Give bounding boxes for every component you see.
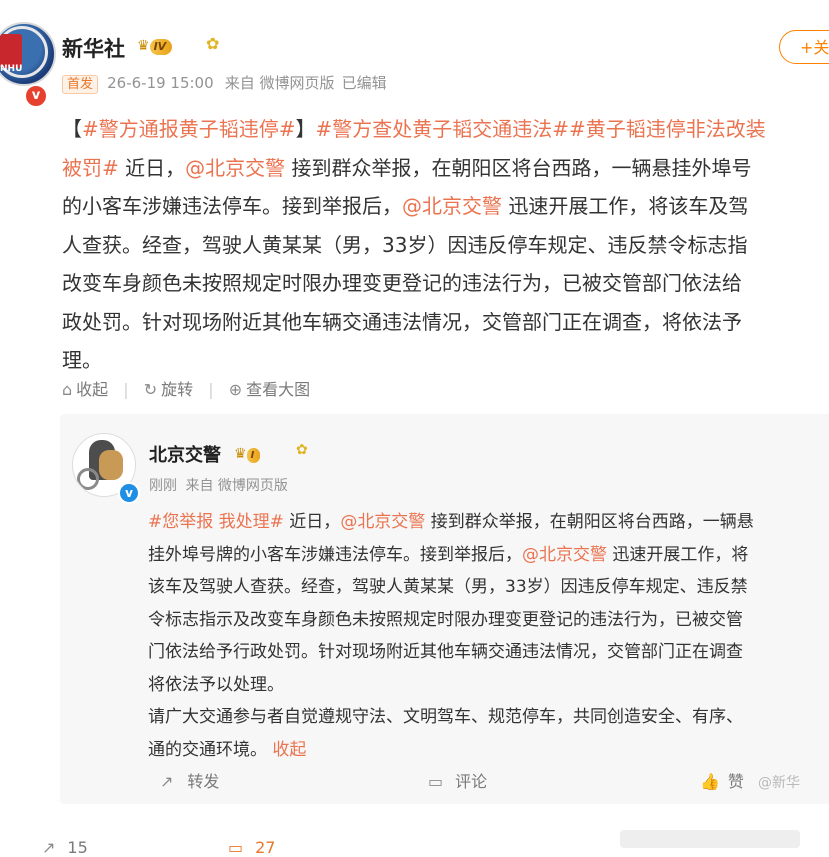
collapse-button[interactable]: ⌂ 收起 <box>62 380 108 399</box>
text-line: 该车及驾驶人查获。经查，驾驶人黄某某（男，33岁）因违反停车规定、违反禁 <box>148 571 829 604</box>
text-segment: 迅速开展工作，将 <box>607 544 749 565</box>
avatar-wheel <box>77 468 99 490</box>
text-segment: 挂外埠号牌的小客车涉嫌违法停车。接到举报后， <box>148 544 522 565</box>
text-line: 通的交通环境。 收起 <box>148 734 829 767</box>
thumbs-up-icon: 👍 <box>700 772 720 791</box>
avatar-text: NHU <box>0 64 23 74</box>
link-text[interactable]: 收起 <box>272 740 306 760</box>
post-time[interactable]: 26-6-19 15:00 <box>107 74 214 92</box>
text-segment: 令标志指示及改变车身颜色未按照规定时限办理变更登记的违法行为，已被交管 <box>148 609 743 630</box>
verified-badge-icon: v <box>24 84 48 108</box>
text-line: 令标志指示及改变车身颜色未按照规定时限办理变更登记的违法行为，已被交管 <box>148 604 829 637</box>
divider: | <box>208 380 214 399</box>
link-text[interactable]: #警方通报黄子韬违停# <box>82 117 296 141</box>
verified-badge-icon: v <box>118 482 140 504</box>
text-line: 将依法予以处理。 <box>148 669 829 702</box>
text-segment: 政处罚。针对现场附近其他车辆交通违法情况，交管部门正在调查，将依法予 <box>62 309 742 334</box>
link-text[interactable]: @北京交警 <box>185 156 285 180</box>
image-toolbar: ⌂ 收起 | ↻ 旋转 | ⊕ 查看大图 <box>62 376 310 400</box>
first-release-tag: 首发 <box>62 75 99 94</box>
text-line: 挂外埠号牌的小客车涉嫌违法停车。接到举报后，@北京交警 迅速开展工作，将 <box>148 539 829 572</box>
text-line: 门依法给予行政处罚。针对现场附近其他车辆交通违法情况，交管部门正在调查 <box>148 636 829 669</box>
author-avatar[interactable]: NHU <box>0 22 56 86</box>
comment-icon: ▭ <box>428 772 444 791</box>
magnify-icon: ⊕ <box>228 380 243 399</box>
level-badge: ♛ IV <box>137 35 173 55</box>
text-line: 理。 <box>62 341 829 380</box>
repost-source: 来自 微博网页版 <box>185 478 288 494</box>
repost-meta: 刚刚 来自 微博网页版 <box>149 475 288 495</box>
sunflower-icon: ✿ <box>206 34 220 53</box>
post-source: 来自 微博网页版 <box>224 74 335 92</box>
author-name[interactable]: 新华社 <box>62 33 125 63</box>
repost-like-button[interactable]: 👍 赞 <box>700 768 744 792</box>
watermark: @新华 <box>758 775 800 791</box>
edited-label: 已编辑 <box>341 74 387 92</box>
blurred-area <box>620 830 800 848</box>
follow-button[interactable]: +关 <box>779 30 829 64</box>
text-segment: 请广大交通参与者自觉遵规守法、文明驾车、规范停车，共同创造安全、有序、 <box>148 707 743 727</box>
link-text[interactable]: @北京交警 <box>402 194 502 218</box>
repost-body: #您举报 我处理# 近日，@北京交警 接到群众举报，在朝阳区将台西路，一辆悬 挂外… <box>148 506 829 766</box>
text-segment: 通的交通环境。 <box>148 739 273 760</box>
text-line: 政处罚。针对现场附近其他车辆交通违法情况，交管部门正在调查，将依法予 <box>62 303 829 342</box>
level-label: I <box>246 448 261 463</box>
text-line: 请广大交通参与者自觉遵规守法、文明驾车、规范停车，共同创造安全、有序、 <box>148 701 829 734</box>
level-label: IV <box>149 39 173 55</box>
avatar-figure <box>99 450 123 480</box>
text-line: 【#警方通报黄子韬违停#】#警方查处黄子韬交通违法##黄子韬违停非法改装 <box>62 110 829 149</box>
text-segment: 近日， <box>118 155 186 180</box>
text-segment: 该车及驾驶人查获。经查，驾驶人黄某某（男，33岁）因违反停车规定、违反禁 <box>148 577 748 597</box>
link-text[interactable]: #您举报 我处理# <box>148 512 284 532</box>
crown-icon: ♛ <box>137 38 150 54</box>
crown-icon: ♛ <box>234 446 247 462</box>
text-line: 被罚# 近日，@北京交警 接到群众举报，在朝阳区将台西路，一辆悬挂外埠号 <box>62 149 829 188</box>
repost-forward-button[interactable]: ↗ 转发 <box>160 768 219 792</box>
level-badge: ♛ I <box>234 443 261 463</box>
view-large-button[interactable]: ⊕ 查看大图 <box>229 380 310 399</box>
text-segment: 门依法给予行政处罚。针对现场附近其他车辆交通违法情况，交管部门正在调查 <box>148 642 743 662</box>
repost-comment-button[interactable]: ▭ 评论 <box>428 768 487 792</box>
link-text[interactable]: 被罚# <box>62 156 119 180</box>
rotate-button[interactable]: ↻ 旋转 <box>144 380 193 399</box>
sunflower-icon: ✿ <box>296 442 308 458</box>
repost-author-name[interactable]: 北京交警 <box>149 441 221 467</box>
text-line: 人查获。经查，驾驶人黄某某（男，33岁）因违反停车规定、违反禁令标志指 <box>62 226 829 265</box>
text-segment: 】 <box>295 117 316 141</box>
post-body: 【#警方通报黄子韬违停#】#警方查处黄子韬交通违法##黄子韬违停非法改装 被罚# … <box>62 110 829 380</box>
link-text[interactable]: @北京交警 <box>522 545 607 565</box>
avatar-seal-emblem <box>0 34 22 68</box>
text-segment: 【 <box>62 117 82 141</box>
link-text[interactable]: #警方查处黄子韬交通违法##黄子韬违停非法改装 <box>316 117 766 141</box>
text-segment: 近日， <box>283 512 341 532</box>
link-text[interactable]: @北京交警 <box>340 512 425 532</box>
divider: | <box>123 380 129 399</box>
text-segment: 接到群众举报，在朝阳区将台西路，一辆悬挂外埠号 <box>285 155 752 180</box>
post-meta: 首发 26-6-19 15:00 来自 微博网页版 已编辑 <box>62 72 387 94</box>
text-segment: 迅速开展工作，将该车及驾 <box>502 194 749 218</box>
forward-icon: ↗ <box>160 772 174 791</box>
rotate-icon: ↻ <box>143 380 158 399</box>
text-line: #您举报 我处理# 近日，@北京交警 接到群众举报，在朝阳区将台西路，一辆悬 <box>148 506 829 539</box>
collapse-icon: ⌂ <box>62 380 73 399</box>
text-segment: 理。 <box>62 348 102 372</box>
text-segment: 接到群众举报，在朝阳区将台西路，一辆悬 <box>425 512 754 532</box>
repost-time[interactable]: 刚刚 <box>149 478 177 494</box>
text-segment: 的小客车涉嫌违法停车。接到举报后， <box>62 194 402 218</box>
text-segment: 将依法予以处理。 <box>148 674 284 695</box>
text-segment: 改变车身颜色未按照规定时限办理变更登记的违法行为，已被交管部门依法给 <box>62 271 742 295</box>
text-line: 改变车身颜色未按照规定时限办理变更登记的违法行为，已被交管部门依法给 <box>62 264 829 303</box>
text-segment: 人查获。经查，驾驶人黄某某（男，33岁）因违反停车规定、违反禁令标志指 <box>62 232 748 257</box>
text-line: 的小客车涉嫌违法停车。接到举报后，@北京交警 迅速开展工作，将该车及驾 <box>62 187 829 226</box>
